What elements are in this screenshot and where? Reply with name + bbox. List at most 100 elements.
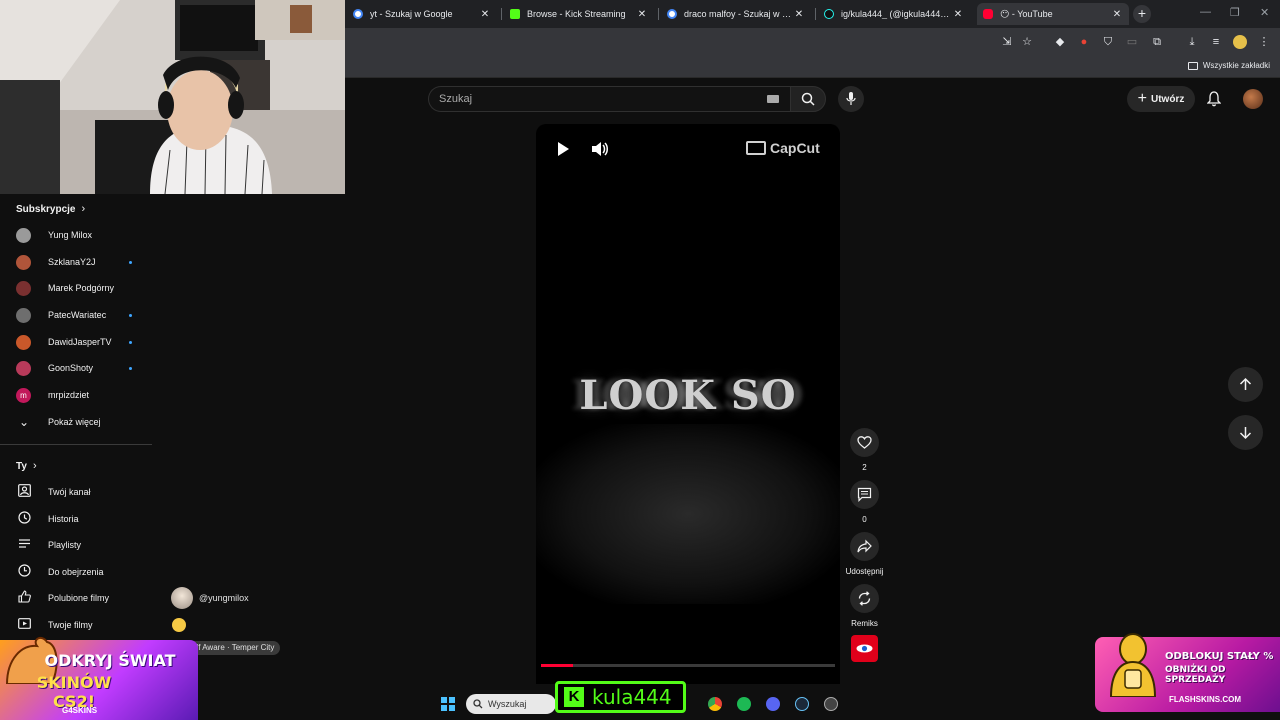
extensions-puzzle-icon[interactable]: ⧉ bbox=[1150, 35, 1164, 49]
discord-taskbar-icon[interactable] bbox=[766, 697, 780, 711]
chevron-right-icon: › bbox=[81, 203, 86, 215]
taskbar-search-input[interactable]: Wyszukaj bbox=[466, 694, 556, 714]
keyboard-icon[interactable] bbox=[767, 95, 779, 103]
youtube-icon bbox=[983, 9, 993, 19]
sidebar-item-liked-videos[interactable]: Polubione filmy bbox=[16, 588, 141, 608]
search-button[interactable] bbox=[790, 86, 826, 112]
extension-red-icon[interactable]: ● bbox=[1077, 35, 1091, 49]
subscription-item[interactable]: Marek Podgórny bbox=[16, 278, 141, 298]
new-tab-button[interactable]: + bbox=[1133, 5, 1151, 23]
google-icon bbox=[667, 9, 677, 19]
like-button[interactable] bbox=[850, 428, 879, 457]
notifications-bell-icon[interactable] bbox=[1207, 91, 1221, 107]
all-bookmarks-button[interactable]: Wszystkie zakładki bbox=[1187, 61, 1270, 70]
progress-fill bbox=[541, 664, 574, 667]
menu-kebab-icon[interactable]: ⋮ bbox=[1257, 35, 1271, 49]
subscription-item[interactable]: SzklanaY2J bbox=[16, 252, 141, 272]
sidebar-item-label: Playlisty bbox=[48, 540, 82, 550]
tab-google-yt[interactable]: yt - Szukaj w Google ✕ bbox=[347, 3, 497, 25]
extension-gray-icon[interactable]: ▭ bbox=[1125, 35, 1139, 49]
profile-avatar[interactable] bbox=[1233, 35, 1247, 49]
sidebar-item-history[interactable]: Historia bbox=[16, 509, 141, 529]
chrome-taskbar-icon[interactable] bbox=[708, 697, 722, 711]
remix-button[interactable] bbox=[850, 584, 879, 613]
extension-icon[interactable]: ◆ bbox=[1053, 35, 1067, 49]
steam-taskbar-icon[interactable] bbox=[795, 697, 809, 711]
watermark-text: CapCut bbox=[770, 140, 820, 156]
subscription-item[interactable]: DawidJasperTV bbox=[16, 332, 141, 352]
channel-avatar bbox=[16, 227, 31, 243]
kick-logo-icon: K bbox=[564, 687, 584, 707]
share-icon bbox=[857, 539, 872, 553]
close-icon[interactable]: ✕ bbox=[479, 9, 491, 20]
previous-short-button[interactable] bbox=[1228, 367, 1263, 402]
install-app-icon[interactable]: ⇲ bbox=[1000, 35, 1014, 49]
tab-kick[interactable]: Browse - Kick Streaming ✕ bbox=[504, 3, 654, 25]
emoji-icon bbox=[172, 618, 186, 632]
bookmark-star-icon[interactable]: ☆ bbox=[1020, 35, 1034, 49]
webcam-image bbox=[0, 0, 345, 194]
sidebar-item-playlists[interactable]: Playlisty bbox=[16, 535, 141, 555]
remix-label: Remiks bbox=[851, 619, 878, 628]
channel-avatar bbox=[171, 587, 193, 609]
voice-search-button[interactable] bbox=[838, 86, 864, 112]
sidebar-item-label: Twój kanał bbox=[48, 487, 91, 497]
channel-name: SzklanaY2J bbox=[48, 257, 96, 267]
windows-start-icon[interactable] bbox=[441, 697, 455, 711]
subscription-item[interactable]: PatecWariatec bbox=[16, 305, 141, 325]
play-icon[interactable] bbox=[556, 141, 570, 157]
shield-icon[interactable]: ⛉ bbox=[1101, 35, 1115, 49]
channel-info[interactable]: @yungmilox bbox=[171, 587, 249, 609]
subscription-item[interactable]: GoonShoty bbox=[16, 358, 141, 378]
settings-taskbar-icon[interactable] bbox=[824, 697, 838, 711]
show-more-button[interactable]: ⌄ Pokaż więcej bbox=[16, 412, 141, 432]
account-avatar[interactable] bbox=[1243, 89, 1263, 109]
create-label: Utwórz bbox=[1151, 93, 1185, 105]
close-icon[interactable]: ✕ bbox=[636, 9, 648, 20]
video-overlay-text: LOOK SO bbox=[579, 372, 797, 419]
volume-icon[interactable] bbox=[591, 141, 609, 157]
subscriptions-heading[interactable]: Subskrypcje › bbox=[16, 203, 85, 215]
sidebar-item-your-videos[interactable]: Twoje filmy bbox=[16, 615, 141, 635]
comments-button[interactable] bbox=[850, 480, 879, 509]
kick-icon bbox=[510, 9, 520, 19]
media-control-icon[interactable]: ≡ bbox=[1209, 35, 1223, 49]
tab-tiktok[interactable]: ig/kula444_ (@igkula444_) | TikTok ✕ bbox=[818, 3, 970, 25]
sidebar-item-your-channel[interactable]: Twój kanał bbox=[16, 482, 141, 502]
channel-name: PatecWariatec bbox=[48, 310, 107, 320]
next-short-button[interactable] bbox=[1228, 415, 1263, 450]
channel-name: Marek Podgórny bbox=[48, 283, 115, 293]
spotify-taskbar-icon[interactable] bbox=[737, 697, 751, 711]
channel-name: mrpizdziet bbox=[48, 390, 90, 400]
subscription-item[interactable]: Yung Milox bbox=[16, 225, 141, 245]
you-title: Ty bbox=[16, 461, 27, 472]
sidebar-item-label: Twoje filmy bbox=[48, 620, 93, 630]
tab-google-draco[interactable]: draco malfoy - Szukaj w Google ✕ bbox=[661, 3, 811, 25]
close-window-icon[interactable]: ✕ bbox=[1260, 6, 1269, 19]
tab-title: Browse - Kick Streaming bbox=[527, 9, 626, 19]
watch-later-icon bbox=[16, 564, 32, 580]
shorts-player[interactable]: LOOK SO bbox=[536, 124, 840, 684]
maximize-icon[interactable]: ❐ bbox=[1230, 6, 1240, 19]
search-input[interactable]: Szukaj bbox=[428, 86, 790, 112]
you-heading[interactable]: Ty › bbox=[16, 460, 37, 472]
create-button[interactable]: + Utwórz bbox=[1127, 86, 1195, 112]
sidebar-divider bbox=[0, 444, 152, 445]
sidebar-item-watch-later[interactable]: Do obejrzenia bbox=[16, 562, 141, 582]
video-progress-bar[interactable] bbox=[541, 664, 835, 667]
channel-name: GoonShoty bbox=[48, 363, 94, 373]
minimize-icon[interactable]: — bbox=[1200, 6, 1211, 18]
close-icon[interactable]: ✕ bbox=[793, 9, 805, 20]
google-icon bbox=[353, 9, 363, 19]
subscription-item[interactable]: m mrpizdziet bbox=[16, 385, 141, 405]
sound-thumbnail[interactable] bbox=[851, 635, 878, 662]
close-icon[interactable]: ✕ bbox=[1111, 9, 1123, 20]
download-icon[interactable]: ⤓ bbox=[1185, 35, 1199, 49]
sponsor-banner-right: ODBLOKUJ STAŁY % OBNIŻKI OD SPRZEDAŻY FL… bbox=[1095, 633, 1280, 712]
search-placeholder: Szukaj bbox=[439, 93, 473, 105]
webcam-overlay bbox=[0, 0, 345, 194]
song-tag[interactable]: elf Aware · Temper City bbox=[186, 641, 281, 655]
close-icon[interactable]: ✕ bbox=[952, 9, 964, 20]
share-button[interactable] bbox=[850, 532, 879, 561]
tab-youtube[interactable]: 😶 - YouTube ✕ bbox=[977, 3, 1129, 25]
